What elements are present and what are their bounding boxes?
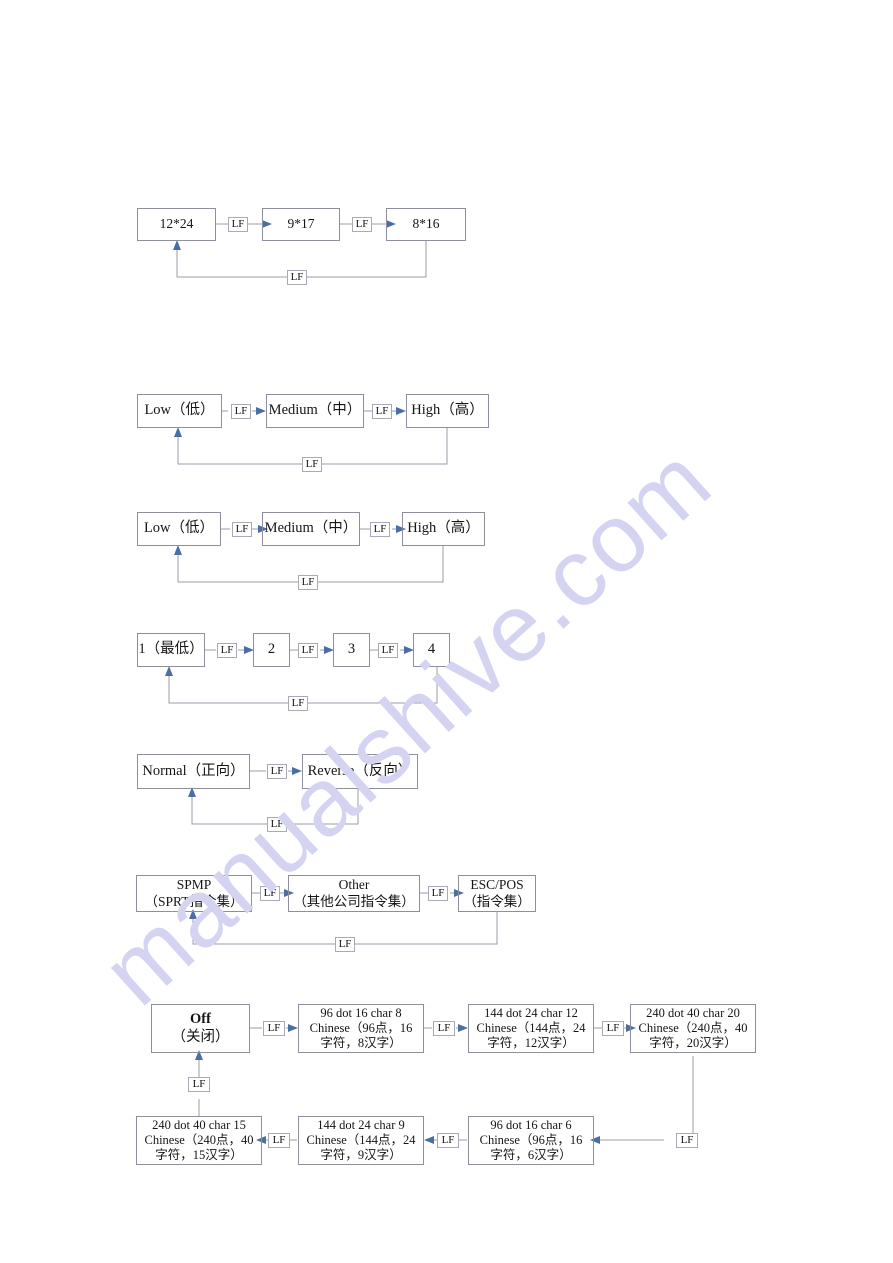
node-label: Off xyxy=(190,1010,211,1027)
node-label: 字符，6汉字） xyxy=(490,1148,572,1163)
node-density1-low[interactable]: Low（低） xyxy=(137,394,222,428)
edge-label-lf: LF xyxy=(263,1021,285,1036)
node-label: Medium（中） xyxy=(264,520,358,537)
node-density1-high[interactable]: High（高） xyxy=(406,394,489,428)
node-label: High（高） xyxy=(411,402,484,419)
node-label: 字符，12汉字） xyxy=(487,1036,575,1051)
node-label: Chinese（144点，24 xyxy=(476,1020,586,1035)
node-label: （指令集） xyxy=(463,893,531,909)
node-level-3[interactable]: 3 xyxy=(333,633,370,667)
node-label: Other xyxy=(338,877,370,893)
edge-label-lf: LF xyxy=(188,1077,210,1092)
node-cmdset-other[interactable]: Other （其他公司指令集） xyxy=(288,875,420,912)
node-font-9x17[interactable]: 9*17 xyxy=(262,208,340,241)
node-label: 8*16 xyxy=(412,216,440,232)
node-level-1[interactable]: 1（最低） xyxy=(137,633,205,667)
node-label: 3 xyxy=(347,641,356,658)
node-level-4[interactable]: 4 xyxy=(413,633,450,667)
node-label: 1（最低） xyxy=(138,641,204,658)
node-label: Medium（中） xyxy=(268,402,362,419)
edge-label-lf: LF xyxy=(602,1021,624,1036)
edge-label-lf: LF xyxy=(267,817,287,832)
edge-label-lf: LF xyxy=(370,522,390,537)
edge-label-lf: LF xyxy=(260,886,280,901)
node-dotchar-off[interactable]: Off （关闭） xyxy=(151,1004,250,1053)
node-direction-reverse[interactable]: Reverse（反向） xyxy=(302,754,418,789)
node-label: High（高） xyxy=(407,520,480,537)
node-label: 12*24 xyxy=(159,216,194,232)
node-cmdset-spmp[interactable]: SPMP （SPRT指令集） xyxy=(136,875,252,912)
node-label: Chinese（96点，16 xyxy=(479,1132,583,1147)
edge-label-lf: LF xyxy=(428,886,448,901)
node-label: 字符，15汉字） xyxy=(155,1148,243,1163)
node-dotchar-144-24-12[interactable]: 144 dot 24 char 12 Chinese（144点，24 字符，12… xyxy=(468,1004,594,1053)
node-label: SPMP xyxy=(176,877,212,893)
node-label: 144 dot 24 char 12 xyxy=(484,1005,578,1020)
node-label: Low（低） xyxy=(144,402,215,419)
node-dotchar-144-24-9[interactable]: 144 dot 24 char 9 Chinese（144点，24 字符，9汉字… xyxy=(298,1116,424,1165)
node-direction-normal[interactable]: Normal（正向） xyxy=(137,754,250,789)
node-label: 96 dot 16 char 8 xyxy=(320,1005,402,1020)
node-font-8x16[interactable]: 8*16 xyxy=(386,208,466,241)
node-label: Chinese（144点，24 xyxy=(306,1132,416,1147)
node-density2-medium[interactable]: Medium（中） xyxy=(262,512,360,546)
node-label: 144 dot 24 char 9 xyxy=(317,1117,405,1132)
node-label: 96 dot 16 char 6 xyxy=(490,1117,572,1132)
edge-label-lf: LF xyxy=(287,270,307,285)
edge-label-lf: LF xyxy=(228,217,248,232)
node-label: （SPRT指令集） xyxy=(144,893,244,909)
node-density1-medium[interactable]: Medium（中） xyxy=(266,394,364,428)
edge-label-lf: LF xyxy=(268,1133,290,1148)
node-label: Chinese（96点，16 xyxy=(309,1020,413,1035)
node-dotchar-240-40-15[interactable]: 240 dot 40 char 15 Chinese（240点，40 字符，15… xyxy=(136,1116,262,1165)
node-label: 字符，9汉字） xyxy=(320,1148,402,1163)
edge-label-lf: LF xyxy=(267,764,287,779)
edge-label-lf: LF xyxy=(298,643,318,658)
node-label: Chinese（240点，40 xyxy=(638,1020,748,1035)
node-label: 240 dot 40 char 20 xyxy=(646,1005,740,1020)
node-density2-high[interactable]: High（高） xyxy=(402,512,485,546)
edge-label-lf: LF xyxy=(298,575,318,590)
edge-label-lf: LF xyxy=(676,1133,698,1148)
node-label: 字符，20汉字） xyxy=(649,1036,737,1051)
node-label: （关闭） xyxy=(171,1028,230,1045)
node-font-12x24[interactable]: 12*24 xyxy=(137,208,216,241)
node-label: Chinese（240点，40 xyxy=(144,1132,254,1147)
node-dotchar-96-16-8[interactable]: 96 dot 16 char 8 Chinese（96点，16 字符，8汉字） xyxy=(298,1004,424,1053)
edge-label-lf: LF xyxy=(352,217,372,232)
edge-label-lf: LF xyxy=(335,937,355,952)
edge-label-lf: LF xyxy=(302,457,322,472)
node-dotchar-96-16-6[interactable]: 96 dot 16 char 6 Chinese（96点，16 字符，6汉字） xyxy=(468,1116,594,1165)
edge-label-lf: LF xyxy=(231,404,251,419)
diagram-sheet: 12*24 9*17 8*16 LF LF LF Low（低） Medium（中… xyxy=(0,0,893,1263)
node-label: （其他公司指令集） xyxy=(293,893,415,909)
node-label: 9*17 xyxy=(287,216,315,232)
edge-label-lf: LF xyxy=(437,1133,459,1148)
node-density2-low[interactable]: Low（低） xyxy=(137,512,221,546)
edge-label-lf: LF xyxy=(288,696,308,711)
node-label: Normal（正向） xyxy=(142,762,245,779)
node-label: 2 xyxy=(267,641,276,658)
node-label: Reverse（反向） xyxy=(307,762,413,779)
edge-label-lf: LF xyxy=(378,643,398,658)
node-label: ESC/POS xyxy=(470,877,524,893)
edge-label-lf: LF xyxy=(232,522,252,537)
node-level-2[interactable]: 2 xyxy=(253,633,290,667)
node-label: Low（低） xyxy=(143,520,215,537)
node-cmdset-escpos[interactable]: ESC/POS （指令集） xyxy=(458,875,536,912)
node-label: 字符，8汉字） xyxy=(320,1036,402,1051)
node-label: 4 xyxy=(427,641,436,658)
edge-label-lf: LF xyxy=(433,1021,455,1036)
edge-label-lf: LF xyxy=(372,404,392,419)
node-dotchar-240-40-20[interactable]: 240 dot 40 char 20 Chinese（240点，40 字符，20… xyxy=(630,1004,756,1053)
edge-label-lf: LF xyxy=(217,643,237,658)
node-label: 240 dot 40 char 15 xyxy=(152,1117,246,1132)
